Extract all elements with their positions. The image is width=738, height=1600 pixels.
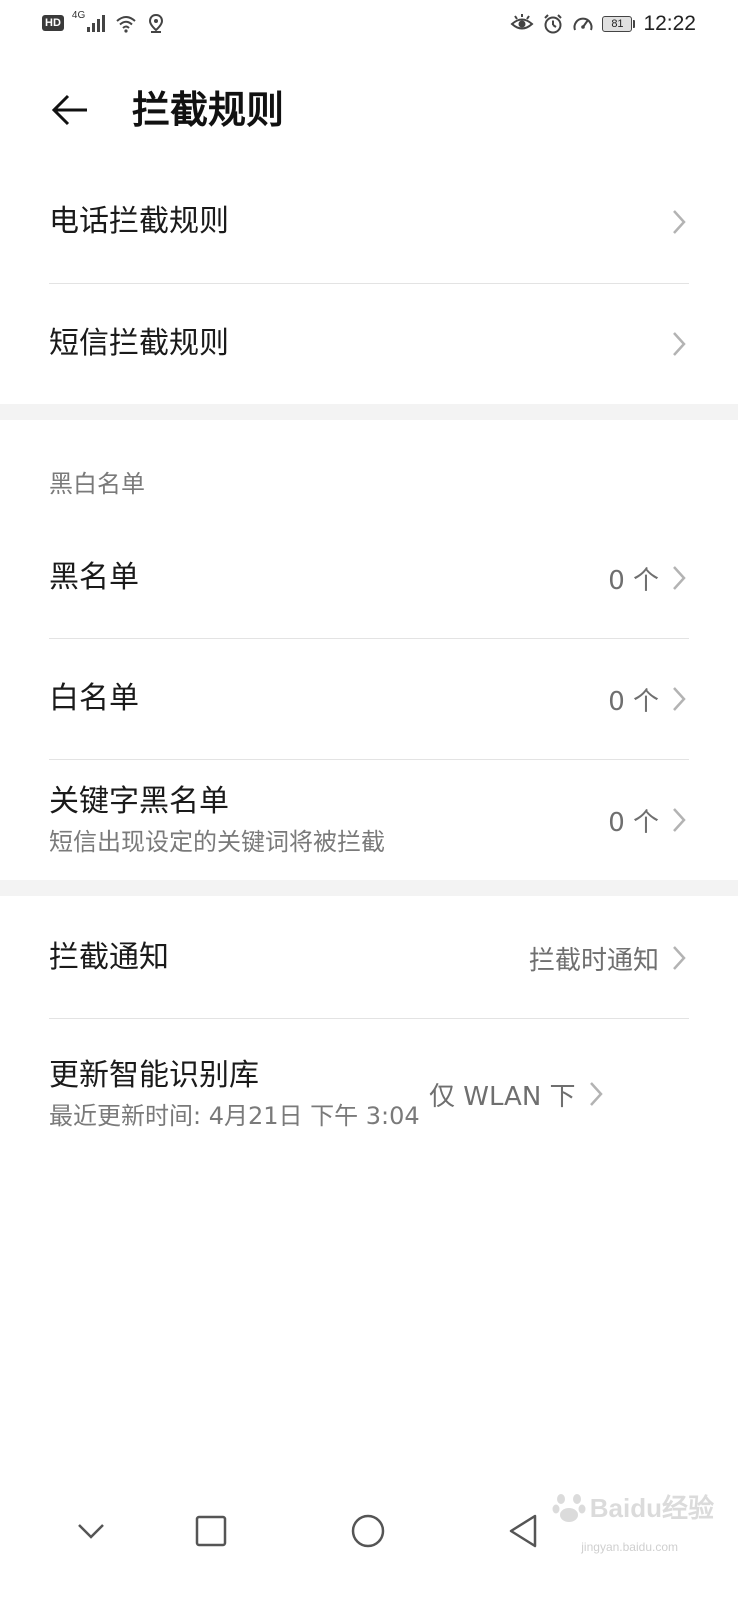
row-title: 白名单 xyxy=(49,681,139,716)
baidu-watermark: Baidu经验 xyxy=(552,1488,714,1525)
row-title: 更新智能识别库 xyxy=(49,1058,259,1093)
chevron-right-icon xyxy=(586,1078,606,1110)
row-value: 0 个 xyxy=(608,686,659,717)
row-texts: 更新智能识别库 最近更新时间: 4月21日 下午 3:04 xyxy=(49,1056,429,1132)
nav-back-button[interactable] xyxy=(498,1506,548,1556)
page-title: 拦截规则 xyxy=(132,88,285,132)
nav-recents-button[interactable] xyxy=(186,1506,236,1556)
row-keyword-blacklist[interactable]: 关键字黑名单 短信出现设定的关键词将被拦截 0 个 xyxy=(49,760,689,880)
chevron-right-icon xyxy=(669,562,689,594)
row-call-block-rules[interactable]: 电话拦截规则 xyxy=(49,162,689,282)
watermark-site: jingyan.baidu.com xyxy=(581,1540,678,1554)
location-icon xyxy=(149,13,164,33)
chevron-right-icon xyxy=(669,206,689,238)
watermark-brand: Baidu经验 xyxy=(589,1493,714,1523)
status-bar: HD 4G 81 12:22 xyxy=(0,0,738,50)
chevron-right-icon xyxy=(669,328,689,360)
chevron-right-icon xyxy=(669,683,689,715)
battery-level: 81 xyxy=(602,16,633,32)
section-gap xyxy=(0,404,738,420)
chevron-down-icon xyxy=(78,1524,104,1539)
eye-comfort-icon xyxy=(510,14,534,30)
status-clock: 12:22 xyxy=(643,12,696,35)
paw-logo-icon xyxy=(552,1493,586,1522)
hd-badge: HD xyxy=(42,15,64,31)
status-bar-right: 81 12:22 xyxy=(510,12,696,36)
row-sms-block-rules[interactable]: 短信拦截规则 xyxy=(49,284,689,404)
row-whitelist[interactable]: 白名单 0 个 xyxy=(49,639,689,759)
row-texts: 黑名单 xyxy=(49,558,608,598)
speedometer-icon xyxy=(573,17,593,31)
row-update-recognition-db[interactable]: 更新智能识别库 最近更新时间: 4月21日 下午 3:04 仅 WLAN 下 xyxy=(49,1019,689,1169)
row-title: 黑名单 xyxy=(49,560,139,595)
section-header-lists: 黑白名单 xyxy=(49,470,145,498)
status-bar-left: HD 4G xyxy=(42,9,167,34)
arrow-left-icon xyxy=(51,94,87,126)
signal-icon xyxy=(87,15,106,32)
wifi-icon xyxy=(116,16,136,33)
back-button[interactable] xyxy=(40,80,100,140)
nav-home-button[interactable] xyxy=(343,1506,393,1556)
triangle-back-icon xyxy=(509,1514,537,1548)
row-title: 关键字黑名单 xyxy=(49,784,229,819)
row-texts: 电话拦截规则 xyxy=(49,202,669,242)
row-texts: 关键字黑名单 短信出现设定的关键词将被拦截 xyxy=(49,782,608,858)
row-blacklist[interactable]: 黑名单 0 个 xyxy=(49,518,689,638)
battery-indicator: 81 xyxy=(602,16,636,32)
row-value: 拦截时通知 xyxy=(528,945,659,976)
section-gap xyxy=(0,880,738,896)
row-subtitle: 最近更新时间: 4月21日 下午 3:04 xyxy=(49,1102,420,1130)
app-header: 拦截规则 xyxy=(0,60,738,160)
battery-tip xyxy=(633,20,636,28)
row-title: 电话拦截规则 xyxy=(49,204,229,239)
row-title: 短信拦截规则 xyxy=(49,326,229,361)
chevron-right-icon xyxy=(669,804,689,836)
alarm-icon xyxy=(544,14,563,34)
row-texts: 拦截通知 xyxy=(49,938,529,978)
row-value: 0 个 xyxy=(608,565,659,596)
network-type-label: 4G xyxy=(71,9,86,21)
row-title: 拦截通知 xyxy=(49,940,169,975)
circle-icon xyxy=(351,1514,385,1548)
chevron-right-icon xyxy=(669,942,689,974)
row-texts: 短信拦截规则 xyxy=(49,324,669,364)
row-block-notification[interactable]: 拦截通知 拦截时通知 xyxy=(49,898,689,1018)
square-icon xyxy=(195,1515,227,1547)
row-subtitle: 短信出现设定的关键词将被拦截 xyxy=(49,828,385,856)
row-texts: 白名单 xyxy=(49,679,608,719)
nav-collapse-button[interactable] xyxy=(66,1506,116,1556)
row-value: 仅 WLAN 下 xyxy=(429,1081,576,1112)
row-value: 0 个 xyxy=(608,807,659,838)
